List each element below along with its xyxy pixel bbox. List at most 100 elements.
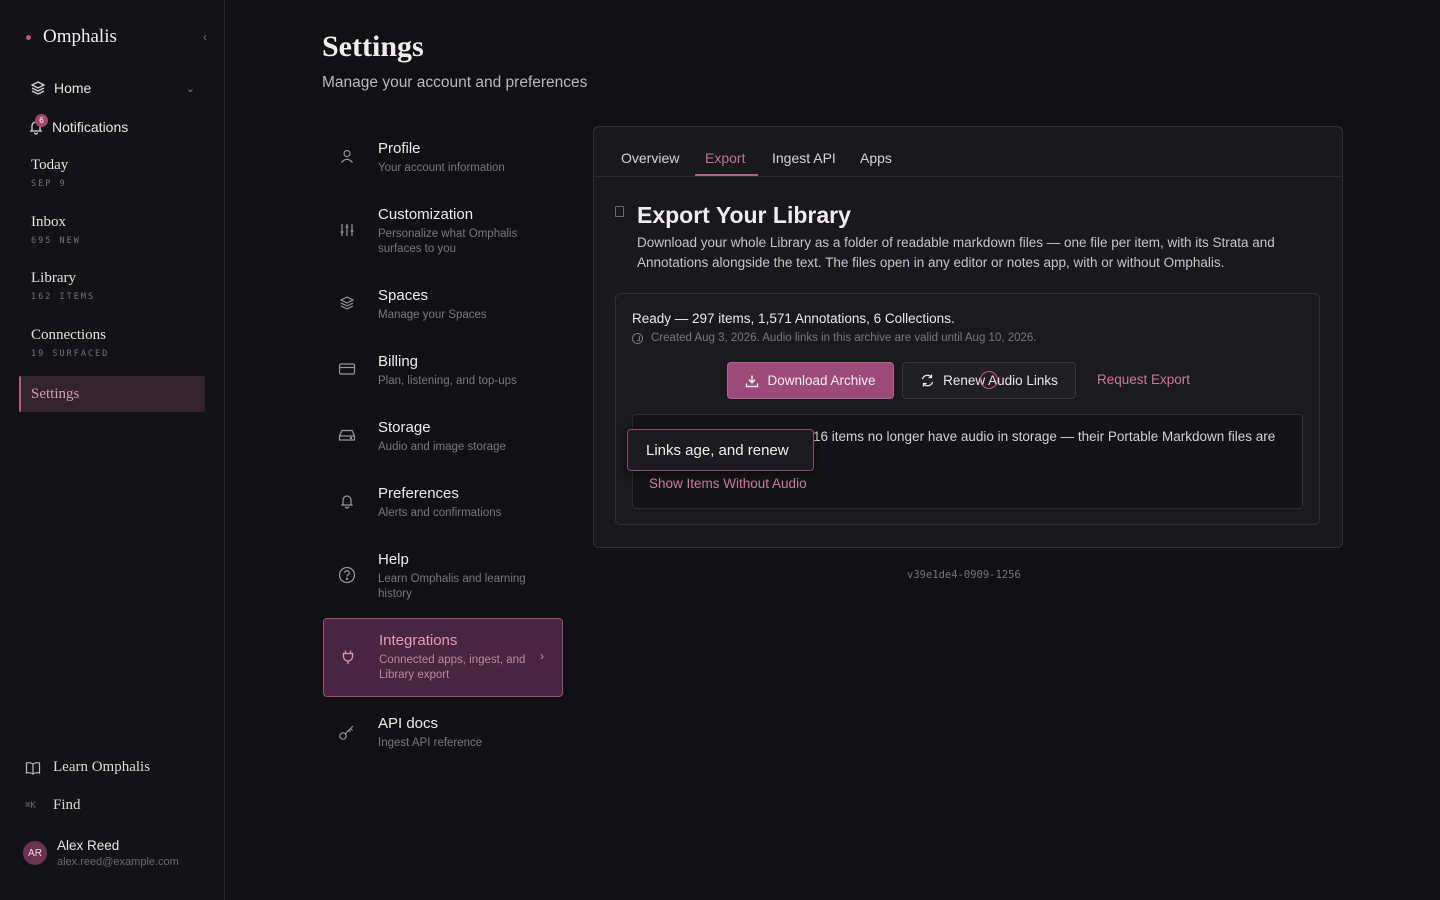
export-created-text: Created Aug 3, 2026. Audio links in this… — [651, 332, 1037, 344]
cursor-indicator — [980, 371, 998, 389]
request-export-button[interactable]: Request Export — [1097, 372, 1190, 387]
user-profile[interactable]: AR Alex Reed alex.reed@example.com — [23, 838, 179, 868]
menu-title: Integrations — [379, 632, 458, 649]
menu-title: Profile — [378, 140, 421, 157]
settings-menu-storage[interactable]: Storage Audio and image storage — [323, 409, 563, 465]
key-icon — [336, 723, 358, 761]
menu-title: Customization — [378, 206, 474, 223]
version-label: v39e1de4-0909-1256 — [907, 569, 1021, 581]
menu-desc: Plan, listening, and top-ups — [378, 375, 517, 387]
learn-omphalis-label: Learn Omphalis — [53, 759, 151, 775]
avatar: AR — [23, 841, 47, 865]
section-description: Download your whole Library as a folder … — [637, 235, 1275, 270]
menu-desc: Manage your Spaces — [378, 309, 487, 321]
document-icon — [615, 206, 624, 217]
menu-title: Spaces — [378, 287, 429, 304]
tab-export[interactable]: Export — [705, 150, 745, 166]
renew-audio-links-label: Renew Audio Links — [943, 373, 1058, 388]
menu-title: Storage — [378, 419, 431, 436]
bell-icon — [336, 493, 358, 531]
sidebar-item-label: Today — [31, 157, 69, 173]
sidebar-item-label: Inbox — [31, 214, 66, 230]
settings-menu-profile[interactable]: Profile Your account information — [323, 130, 563, 186]
collapse-sidebar-icon[interactable]: ‹ — [203, 30, 207, 44]
sidebar-item-sub: SEP 9 — [31, 179, 67, 189]
find-label: Find — [53, 797, 81, 813]
settings-menu-customization[interactable]: Customization Personalize what Omphalis … — [323, 196, 563, 266]
menu-title: Help — [378, 551, 409, 568]
tab-apps[interactable]: Apps — [860, 150, 892, 166]
user-email: alex.reed@example.com — [57, 856, 179, 868]
sidebar-item-inbox[interactable]: Inbox 695 NEW — [31, 214, 81, 246]
sidebar-item-sub: 19 SURFACED — [31, 349, 110, 359]
page-subtitle: Manage your account and preferences — [322, 74, 588, 91]
sidebar-item-connections[interactable]: Connections 19 SURFACED — [31, 327, 109, 359]
brand[interactable]: Omphalis — [26, 26, 117, 48]
settings-menu-spaces[interactable]: Spaces Manage your Spaces — [323, 277, 563, 333]
active-tab-indicator — [695, 174, 758, 176]
export-created-info: Created Aug 3, 2026. Audio links in this… — [632, 332, 1037, 344]
settings-menu-help[interactable]: Help Learn Omphalis and learning history — [323, 541, 563, 611]
menu-desc: Learn Omphalis and learning history — [378, 573, 526, 600]
chevron-right-icon: › — [540, 649, 544, 663]
sidebar-item-library[interactable]: Library 162 ITEMS — [31, 270, 95, 302]
menu-desc: Connected apps, ingest, and Library expo… — [379, 654, 526, 681]
tab-overview[interactable]: Overview — [621, 150, 679, 166]
sidebar-item-notifications[interactable]: 6 Notifications — [26, 114, 129, 138]
settings-menu-billing[interactable]: Billing Plan, listening, and top-ups — [323, 343, 563, 399]
help-circle-icon — [336, 566, 358, 611]
learn-omphalis-link[interactable]: Learn Omphalis — [25, 759, 150, 776]
sidebar-item-label: Connections — [31, 327, 106, 343]
export-status-card: Ready — 297 items, 1,571 Annotations, 6 … — [615, 293, 1320, 525]
show-items-without-audio-link[interactable]: Show Items Without Audio — [649, 476, 807, 491]
layers-icon — [336, 295, 358, 333]
sidebar-item-label: Home — [54, 80, 92, 96]
menu-desc: Ingest API reference — [378, 737, 483, 749]
sidebar: Omphalis ‹ Home ⌄ 6 Notifications Today … — [0, 0, 225, 900]
sidebar-item-home[interactable]: Home ⌄ — [30, 77, 195, 99]
book-icon — [25, 761, 41, 775]
settings-menu-integrations[interactable]: Integrations Connected apps, ingest, and… — [323, 618, 563, 697]
menu-title: Billing — [378, 353, 419, 370]
find-shortcut: ⌘K — [25, 800, 36, 811]
sidebar-item-label: Notifications — [52, 119, 129, 135]
user-name: Alex Reed — [57, 838, 120, 853]
tooltip: Links age, and renew — [627, 429, 814, 471]
bell-icon: 6 — [26, 114, 48, 137]
menu-desc: Audio and image storage — [378, 441, 506, 453]
menu-title: Preferences — [378, 485, 459, 502]
chevron-down-icon[interactable]: ⌄ — [186, 82, 195, 95]
download-icon — [746, 375, 759, 387]
clock-icon — [632, 332, 643, 344]
menu-desc: Personalize what Omphalis surfaces to yo… — [378, 228, 518, 255]
tab-ingest-api[interactable]: Ingest API — [772, 150, 836, 166]
page-title: Settings — [322, 30, 424, 63]
sliders-icon — [336, 222, 358, 266]
hard-drive-icon — [336, 427, 358, 465]
menu-desc: Alerts and confirmations — [378, 507, 502, 519]
integrations-panel: Overview Export Ingest API Apps Export Y… — [593, 126, 1343, 548]
settings-menu-preferences[interactable]: Preferences Alerts and confirmations — [323, 475, 563, 531]
sidebar-item-label: Library — [31, 270, 76, 286]
download-archive-button[interactable]: Download Archive — [727, 362, 894, 399]
plug-icon — [337, 649, 359, 696]
sidebar-item-sub: 162 ITEMS — [31, 292, 96, 302]
sidebar-item-settings[interactable]: Settings — [19, 376, 205, 412]
export-status: Ready — 297 items, 1,571 Annotations, 6 … — [632, 311, 955, 326]
missing-audio-text: 16 items no longer have audio in storage… — [813, 429, 1276, 444]
user-icon — [336, 148, 358, 186]
menu-title: API docs — [378, 715, 439, 732]
menu-desc: Your account information — [378, 162, 505, 174]
refresh-icon — [921, 374, 934, 387]
settings-menu-api-docs[interactable]: API docs Ingest API reference — [323, 705, 563, 761]
section-title: Export Your Library — [637, 202, 851, 228]
notification-count-badge: 6 — [35, 114, 48, 127]
sidebar-item-sub: 695 NEW — [31, 236, 81, 246]
credit-card-icon — [336, 361, 358, 399]
find-link[interactable]: ⌘K Find — [25, 797, 81, 814]
sidebar-item-today[interactable]: Today SEP 9 — [31, 157, 68, 189]
brand-name: Omphalis — [43, 26, 117, 47]
layers-icon — [30, 81, 46, 95]
download-archive-label: Download Archive — [767, 373, 876, 388]
tab-bar: Overview Export Ingest API Apps — [594, 127, 1342, 177]
